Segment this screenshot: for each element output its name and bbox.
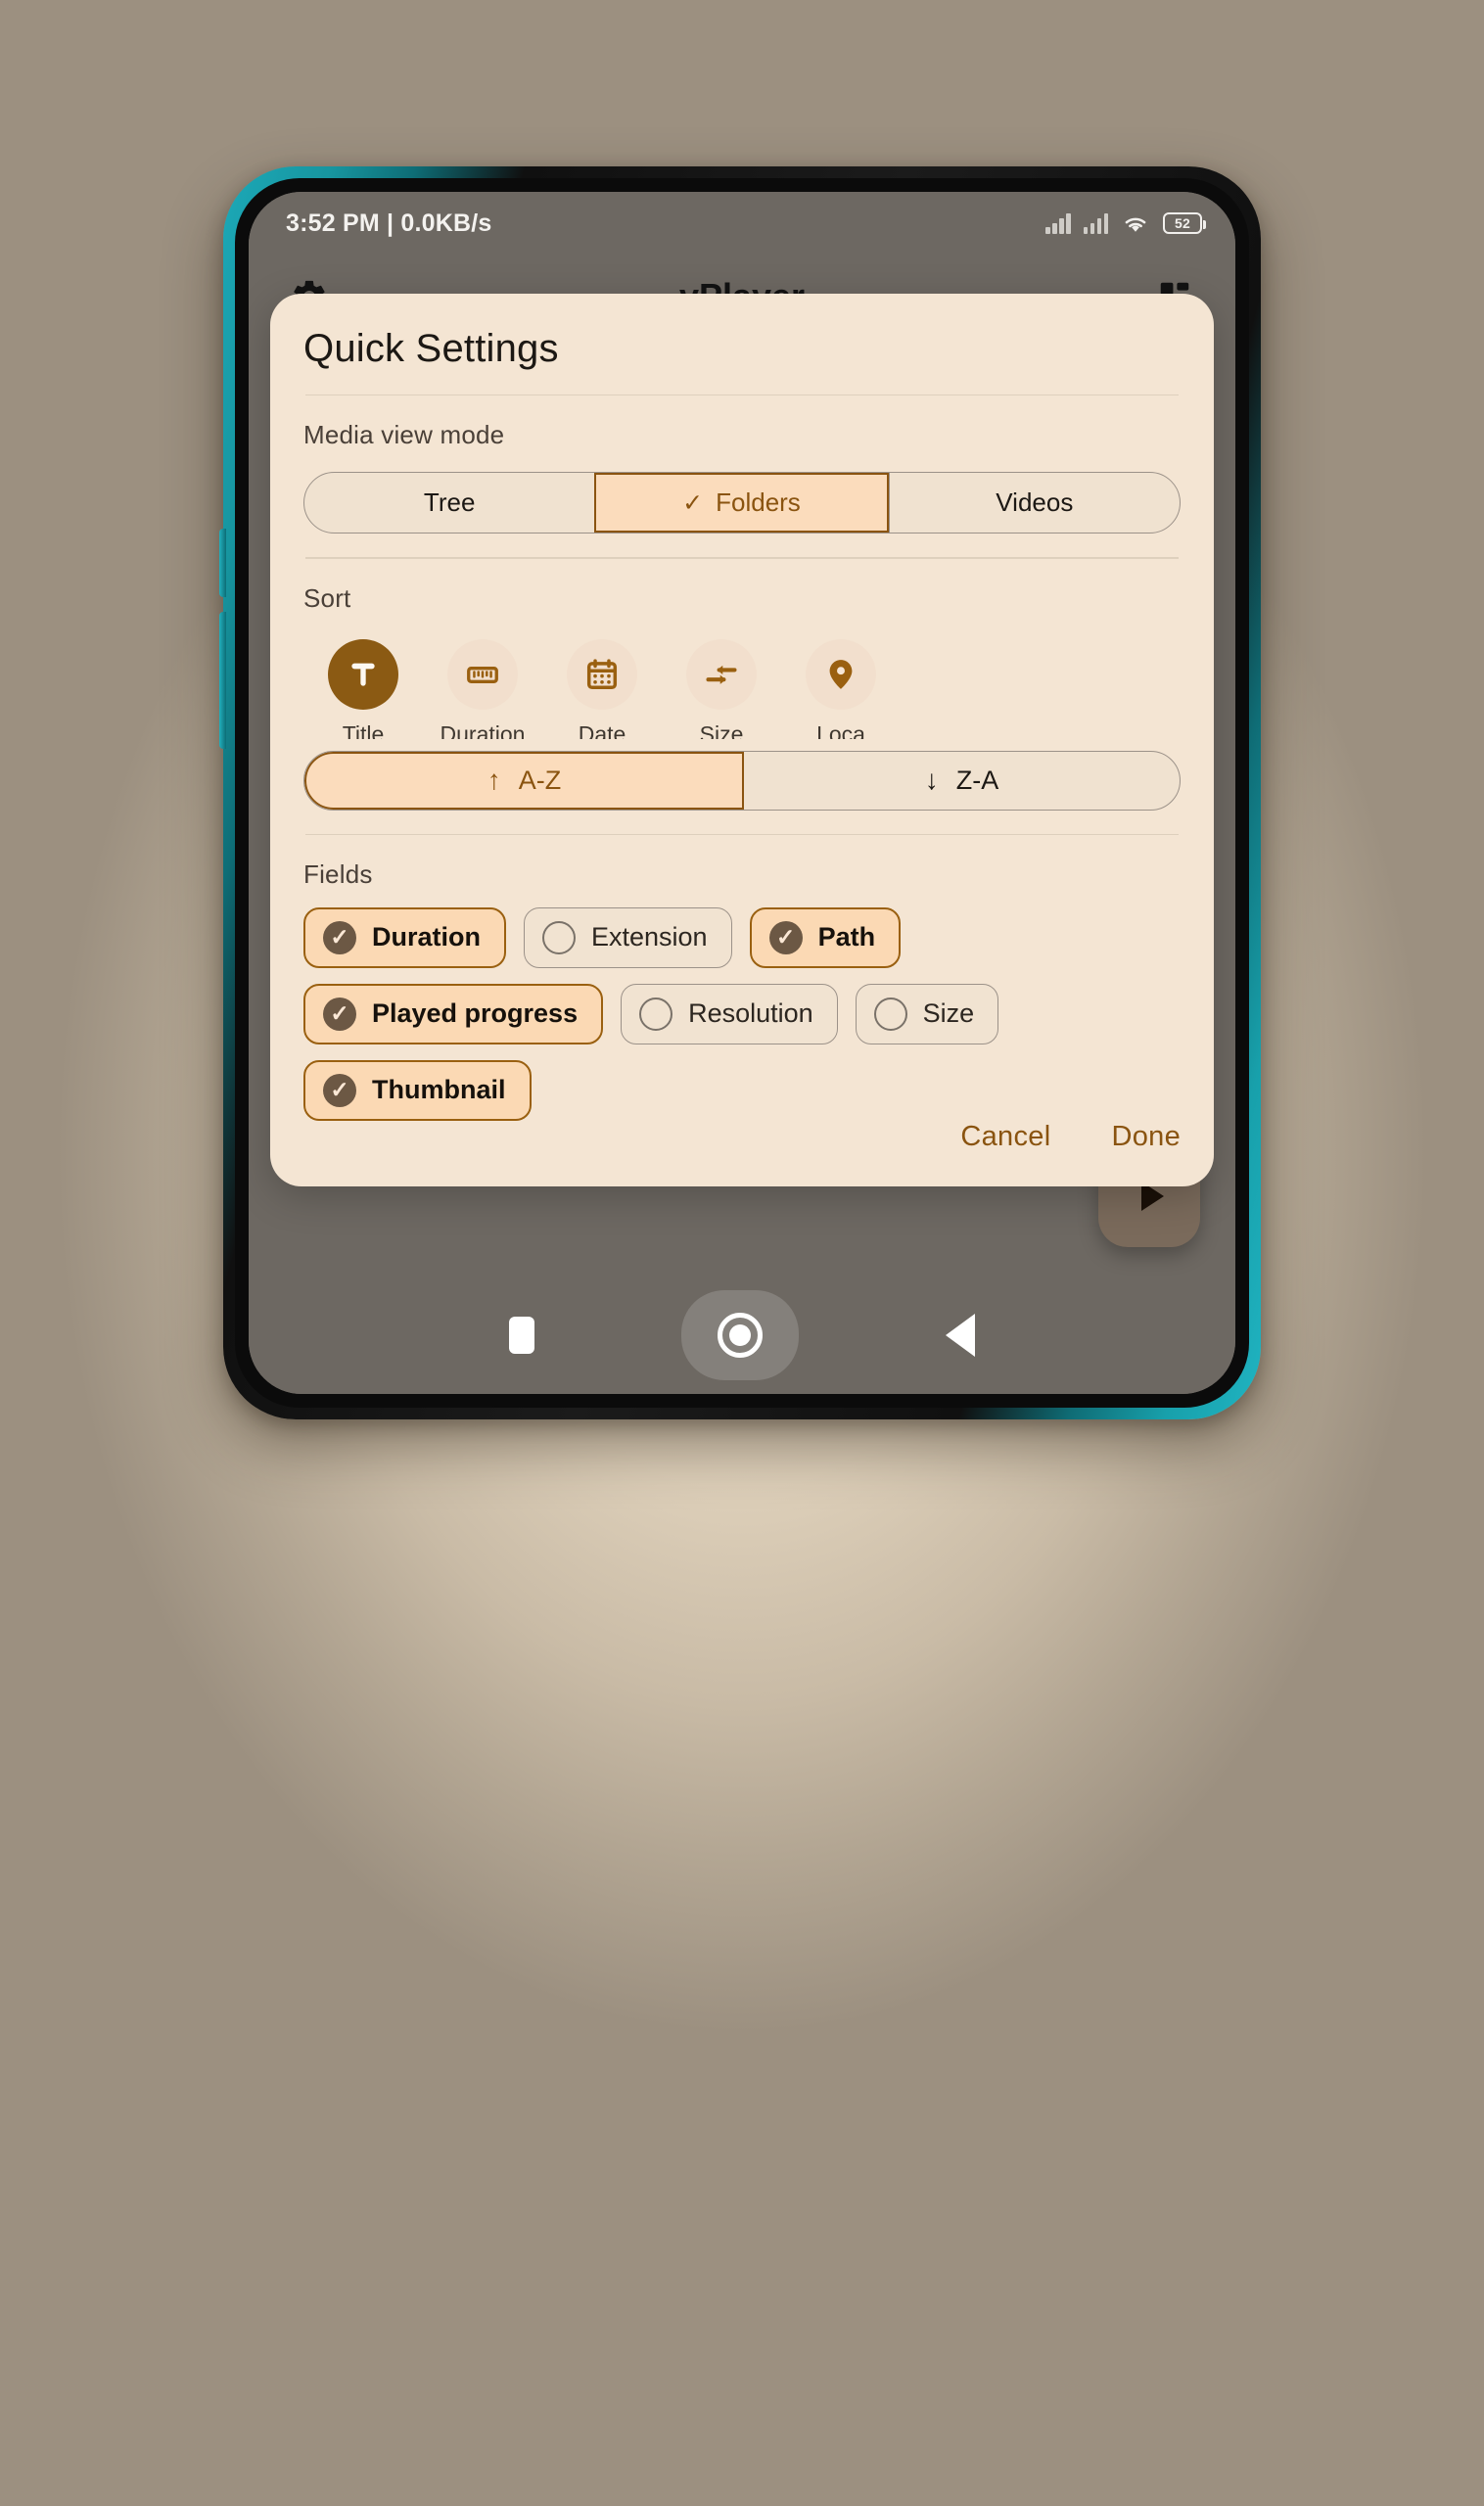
empty-circle-icon xyxy=(542,920,576,954)
sort-order-za[interactable]: ↓ Z-A xyxy=(744,752,1180,810)
android-navigation-bar xyxy=(249,1276,1235,1394)
dialog-actions: Cancel Done xyxy=(303,1121,1181,1186)
field-chip-extension-label: Extension xyxy=(591,922,708,952)
divider-top xyxy=(305,394,1179,396)
ruler-icon xyxy=(447,638,518,710)
check-circle-icon-2: ✓ xyxy=(768,920,803,954)
arrow-up-icon: ↑ xyxy=(487,765,501,796)
sort-option-title-label: Title xyxy=(342,720,385,739)
field-chip-duration-label: Duration xyxy=(372,922,481,952)
sort-option-location-label: Loca xyxy=(816,720,865,739)
sort-option-size-label: Size xyxy=(699,720,744,739)
back-triangle-icon[interactable] xyxy=(946,1314,975,1357)
home-button[interactable] xyxy=(681,1290,799,1380)
empty-circle-icon-2 xyxy=(639,997,673,1031)
empty-circle-icon-3 xyxy=(873,997,907,1031)
map-pin-icon xyxy=(806,638,876,710)
field-chip-size-label: Size xyxy=(922,998,975,1029)
field-chip-path-label: Path xyxy=(817,922,876,952)
field-chip-thumbnail-label: Thumbnail xyxy=(372,1075,506,1105)
cancel-button[interactable]: Cancel xyxy=(960,1121,1050,1153)
field-chip-duration[interactable]: ✓ Duration xyxy=(303,906,506,968)
field-chip-resolution-label: Resolution xyxy=(688,998,813,1029)
sort-options-row[interactable]: Title Duration Date Size Loca xyxy=(303,638,1181,739)
volume-up-button[interactable] xyxy=(219,529,226,597)
arrows-size-icon xyxy=(686,638,757,710)
status-bar: 3:52 PM | 0.0KB/s 52 xyxy=(249,192,1235,255)
volume-down-button[interactable] xyxy=(219,612,226,749)
sort-option-duration-label: Duration xyxy=(440,720,526,739)
field-chip-played-progress-label: Played progress xyxy=(372,998,579,1029)
segment-tree[interactable]: Tree xyxy=(304,473,594,533)
field-chip-played-progress[interactable]: ✓ Played progress xyxy=(303,983,604,1044)
segment-folders-label: Folders xyxy=(716,487,801,518)
media-view-mode-segmented: Tree ✓ Folders Videos xyxy=(303,472,1181,534)
divider-fields xyxy=(305,833,1179,835)
sort-option-date[interactable]: Date xyxy=(542,638,662,739)
sort-option-size[interactable]: Size xyxy=(662,638,781,739)
signal-bars-icon-2 xyxy=(1083,212,1108,234)
letter-t-icon xyxy=(328,638,398,710)
arrow-down-icon: ↓ xyxy=(924,765,939,796)
media-view-mode-label: Media view mode xyxy=(303,420,505,450)
phone-device: 3:52 PM | 0.0KB/s 52 Quick Settings Medi… xyxy=(219,166,1261,1419)
divider-sort xyxy=(305,557,1179,559)
sort-order-toggle: ↑ A-Z ↓ Z-A xyxy=(303,750,1181,811)
phone-screen: 3:52 PM | 0.0KB/s 52 Quick Settings Medi… xyxy=(249,192,1235,1394)
signal-bars-icon xyxy=(1045,212,1071,234)
sort-order-za-label: Z-A xyxy=(955,765,999,795)
field-chip-thumbnail[interactable]: ✓ Thumbnail xyxy=(303,1059,532,1121)
segment-videos[interactable]: Videos xyxy=(888,473,1180,534)
dialog-title: Quick Settings xyxy=(303,327,559,370)
field-chip-size[interactable]: Size xyxy=(855,983,999,1044)
check-icon: ✓ xyxy=(682,488,704,517)
status-icons: 52 xyxy=(1045,212,1206,234)
fields-label: Fields xyxy=(303,859,373,889)
calendar-icon xyxy=(567,638,637,710)
field-chip-path[interactable]: ✓ Path xyxy=(749,906,902,968)
field-chip-resolution[interactable]: Resolution xyxy=(621,983,838,1044)
sort-option-duration[interactable]: Duration xyxy=(423,638,542,739)
wifi-icon xyxy=(1125,217,1146,232)
quick-settings-dialog: Quick Settings Media view mode Tree ✓ Fo… xyxy=(270,294,1214,1186)
battery-icon: 52 xyxy=(1163,212,1206,234)
home-circle-icon xyxy=(718,1313,763,1358)
desktop-backdrop: 3:52 PM | 0.0KB/s 52 Quick Settings Medi… xyxy=(0,0,1484,2506)
segment-videos-label: Videos xyxy=(996,487,1074,518)
check-circle-icon: ✓ xyxy=(323,920,356,954)
sort-option-location[interactable]: Loca xyxy=(781,638,901,739)
sort-option-date-label: Date xyxy=(578,720,626,739)
fields-chip-group: ✓ Duration Extension ✓ Path ✓ Played pro… xyxy=(303,906,1181,1121)
sort-order-az-label: A-Z xyxy=(518,765,562,795)
recents-square-icon[interactable] xyxy=(509,1317,534,1354)
status-time-and-speed: 3:52 PM | 0.0KB/s xyxy=(286,209,492,237)
check-circle-icon-3: ✓ xyxy=(323,997,356,1031)
field-chip-extension[interactable]: Extension xyxy=(524,906,732,968)
segment-tree-label: Tree xyxy=(423,487,476,518)
segment-folders[interactable]: ✓ Folders xyxy=(594,473,889,534)
done-button[interactable]: Done xyxy=(1111,1121,1181,1153)
check-circle-icon-4: ✓ xyxy=(323,1073,356,1107)
sort-order-az[interactable]: ↑ A-Z xyxy=(304,751,744,810)
sort-option-title[interactable]: Title xyxy=(303,638,423,739)
battery-level: 52 xyxy=(1175,215,1190,231)
sort-label: Sort xyxy=(303,582,351,613)
